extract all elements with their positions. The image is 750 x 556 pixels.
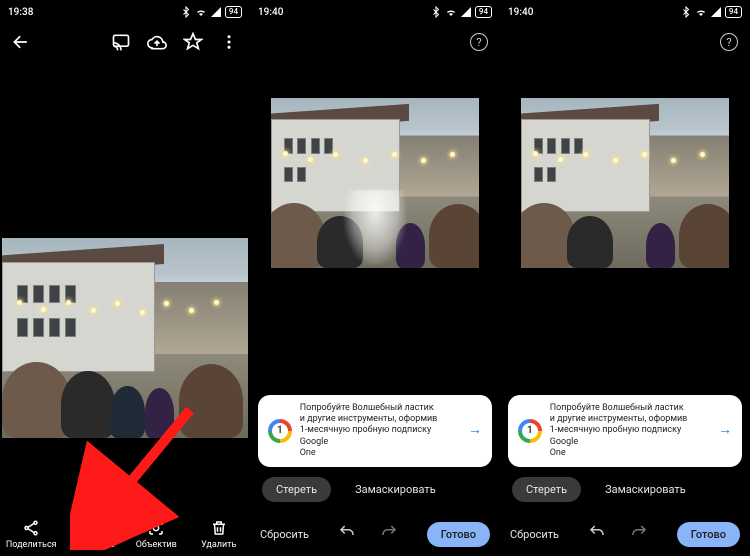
promo-line: Попробуйте Волшебный ластик [550,403,710,414]
arrow-right-icon: → [718,422,732,440]
mask-chip-label: Замаскировать [355,483,436,496]
editor-photo-area[interactable] [500,62,750,395]
photo-image [2,238,248,438]
promo-line: One [550,448,710,459]
help-icon[interactable]: ? [470,33,488,51]
signal-icon [210,6,222,18]
editor-top: ? [500,22,750,62]
bluetooth-icon [430,6,442,18]
arrow-right-icon: → [468,422,482,440]
edit-icon [84,518,104,538]
editor-top: ? [250,22,500,62]
promo-text: Попробуйте Волшебный ластик и другие инс… [300,403,460,459]
redo-button[interactable] [380,523,398,545]
status-bar: 19:40 94 [250,0,500,22]
reset-button[interactable]: Сбросить [510,528,559,541]
battery-percent: 94 [229,7,238,17]
lens-icon [146,518,166,538]
delete-label: Удалить [201,540,236,550]
lens-label: Объектив [136,540,177,550]
delete-button[interactable]: Удалить [188,518,250,550]
promo-line: 1-месячную пробную подписку Google [300,425,460,448]
status-bar: 19:40 94 [500,0,750,22]
done-label: Готово [691,528,726,541]
promo-line: Попробуйте Волшебный ластик [300,403,460,414]
reset-button[interactable]: Сбросить [260,528,309,541]
editor-panel-before: 19:40 94 ? [250,0,500,556]
mask-chip[interactable]: Замаскировать [341,477,450,502]
eraser-brush-overlay [344,190,406,265]
erase-chip-label: Стереть [526,483,567,496]
google-one-promo[interactable]: Попробуйте Волшебный ластик и другие инс… [508,395,742,467]
promo-line: 1-месячную пробную подписку Google [550,425,710,448]
lens-button[interactable]: Объектив [125,518,187,550]
promo-line: и другие инструменты, оформив [300,414,460,425]
back-button[interactable] [10,31,32,53]
edit-button[interactable]: Изменить [63,518,125,550]
erase-chip-label: Стереть [276,483,317,496]
undo-button[interactable] [338,523,356,545]
star-icon[interactable] [182,31,204,53]
promo-line: и другие инструменты, оформив [550,414,710,425]
battery-indicator: 94 [225,6,242,18]
status-clock: 19:38 [8,7,33,18]
done-label: Готово [441,528,476,541]
mask-chip-label: Замаскировать [605,483,686,496]
tool-chips: Стереть Замаскировать [250,477,500,512]
reset-label: Сбросить [260,528,309,541]
signal-icon [460,6,472,18]
bluetooth-icon [680,6,692,18]
viewer-top-actions [0,22,250,62]
reset-label: Сбросить [510,528,559,541]
edit-label: Изменить [73,540,115,550]
mask-chip[interactable]: Замаскировать [591,477,700,502]
editor-photo-image [271,98,479,268]
battery-indicator: 94 [475,6,492,18]
promo-text: Попробуйте Волшебный ластик и другие инс… [550,403,710,459]
cloud-upload-icon[interactable] [146,31,168,53]
trash-icon [209,518,229,538]
promo-line: One [300,448,460,459]
editor-bottom-bar: Сбросить Готово [500,512,750,556]
google-one-icon [518,419,542,443]
tool-chips: Стереть Замаскировать [500,477,750,512]
photo-viewer-panel: 19:38 94 [0,0,250,556]
done-button[interactable]: Готово [427,522,490,547]
wifi-icon [445,6,457,18]
cast-icon[interactable] [110,31,132,53]
bluetooth-icon [180,6,192,18]
status-bar: 19:38 94 [0,0,250,22]
redo-button[interactable] [630,523,648,545]
battery-percent: 94 [479,7,488,17]
battery-percent: 94 [729,7,738,17]
editor-bottom-bar: Сбросить Готово [250,512,500,556]
viewer-bottom-nav: Поделиться Изменить Объектив Удалить [0,494,250,556]
more-icon[interactable] [218,31,240,53]
editor-photo-area[interactable] [250,62,500,395]
google-one-icon [268,419,292,443]
share-label: Поделиться [6,540,57,550]
status-clock: 19:40 [258,7,283,18]
google-one-promo[interactable]: Попробуйте Волшебный ластик и другие инс… [258,395,492,467]
wifi-icon [695,6,707,18]
photo-area[interactable] [0,62,250,494]
wifi-icon [195,6,207,18]
status-clock: 19:40 [508,7,533,18]
share-button[interactable]: Поделиться [0,518,62,550]
done-button[interactable]: Готово [677,522,740,547]
erase-chip[interactable]: Стереть [262,477,331,502]
erase-chip[interactable]: Стереть [512,477,581,502]
help-icon[interactable]: ? [720,33,738,51]
undo-button[interactable] [588,523,606,545]
share-icon [21,518,41,538]
signal-icon [710,6,722,18]
battery-indicator: 94 [725,6,742,18]
editor-photo-image [521,98,729,268]
editor-panel-after: 19:40 94 ? [500,0,750,556]
